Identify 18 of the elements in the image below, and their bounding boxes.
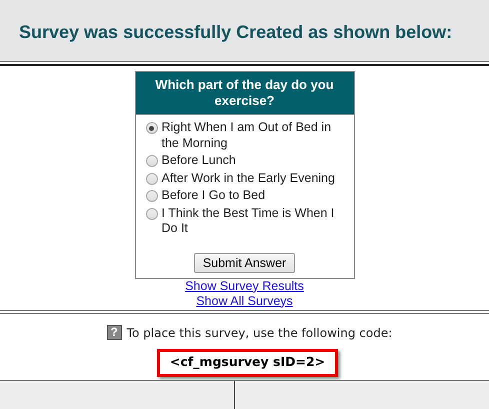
- option-label: Before I Go to Bed: [162, 188, 266, 204]
- radio-button[interactable]: [146, 190, 158, 202]
- code-snippet: <cf_mgsurvey sID=2>: [156, 348, 338, 376]
- instruction-text: To place this survey, use the following code:: [126, 324, 392, 342]
- link[interactable]: Show All Surveys: [196, 294, 293, 308]
- link[interactable]: Show Survey Results: [185, 278, 304, 294]
- radio-button[interactable]: [146, 172, 158, 184]
- option-label: I Think the Best Time is When I Do It: [162, 206, 336, 236]
- option-label: Before Lunch: [162, 153, 236, 168]
- help-icon[interactable]: ?: [106, 325, 122, 340]
- page-heading: Survey was successfully Created as shown below:: [19, 20, 452, 44]
- radio-button[interactable]: [146, 208, 158, 220]
- question-title: Which part of the day do you exercise?: [136, 72, 354, 115]
- radio-button[interactable]: [146, 122, 158, 134]
- submit-button[interactable]: Submit Answer: [194, 252, 296, 272]
- option-label: After Work in the Early Evening: [162, 170, 335, 186]
- option-label: Right When I am Out of Bed in the Morning: [162, 120, 332, 151]
- radio-button[interactable]: [146, 155, 158, 167]
